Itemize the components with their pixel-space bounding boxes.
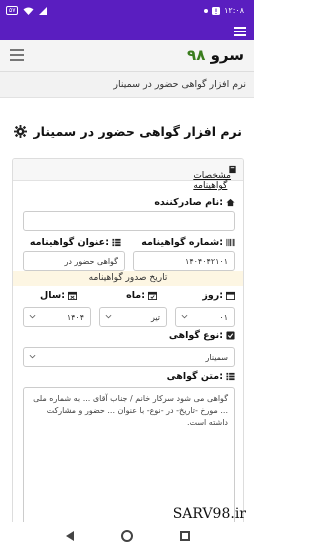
issue-date-banner: تاریخ صدور گواهینامه <box>13 271 243 286</box>
chevron-down-icon <box>29 354 36 359</box>
status-bar: ۵۷ ۱۲:۰۸ <box>0 0 254 22</box>
watermark-text: SARV98.ir <box>172 506 246 522</box>
site-navbar: سرو ۹۸ <box>0 40 254 72</box>
back-icon[interactable] <box>66 531 74 541</box>
brand-logo[interactable]: سرو ۹۸ <box>187 46 244 64</box>
cert-number-input[interactable]: ۱۴۰۴۰۴۲۱۰۱ <box>133 251 235 271</box>
signal-icon <box>39 6 48 15</box>
year-label: سال: <box>40 290 77 301</box>
notification-dot-icon <box>204 8 209 13</box>
list-icon <box>112 238 121 247</box>
cert-number-label: شماره گواهینامه: <box>141 237 235 248</box>
home-icon <box>226 198 235 207</box>
year-select[interactable]: ۱۴۰۴ <box>23 307 91 327</box>
barcode-icon <box>226 238 235 247</box>
subtitle-bar: نرم افزار گواهی حضور در سمینار <box>0 72 254 98</box>
month-label: ماه: <box>126 290 157 301</box>
chevron-down-icon <box>29 314 36 319</box>
subtitle-text: نرم افزار گواهی حضور در سمینار <box>113 79 246 90</box>
day-label: روز: <box>202 290 235 301</box>
day-select[interactable]: ۰۱ <box>175 307 235 327</box>
page-title-text: نرم افزار گواهی حضور در سمینار <box>33 124 242 139</box>
month-select[interactable]: تیر <box>99 307 167 327</box>
status-bar-left: ۵۷ <box>6 6 48 15</box>
certificate-card: مشخصات گواهینامه نام صادرکننده: شماره گو… <box>12 158 244 530</box>
wifi-icon <box>23 7 34 15</box>
cert-title-input[interactable]: گواهی حضور در <box>23 251 125 271</box>
clock: ۱۲:۰۸ <box>224 6 244 15</box>
recent-apps-icon[interactable] <box>180 531 190 541</box>
hamburger-menu-icon[interactable] <box>10 49 30 63</box>
calendar-icon <box>226 291 235 300</box>
card-header: مشخصات گواهینامه <box>13 159 243 191</box>
issuer-label: نام صادرکننده: <box>154 197 235 208</box>
brand-text: سرو <box>210 46 244 64</box>
gear-icon <box>14 125 28 138</box>
calendar-x-icon <box>68 291 77 300</box>
card-header-text: مشخصات گواهینامه <box>193 171 232 191</box>
issuer-input[interactable] <box>23 211 235 231</box>
battery-icon: ۵۷ <box>6 6 19 15</box>
chevron-down-icon <box>181 314 188 319</box>
text-label: متن گواهی: <box>167 371 235 382</box>
app-bar <box>0 22 254 40</box>
overflow-menu-icon[interactable] <box>234 27 246 36</box>
cert-title-label: عنوان گواهینامه: <box>30 237 121 248</box>
calendar-check-icon <box>148 291 157 300</box>
type-label: نوع گواهی: <box>169 330 235 341</box>
status-bar-right: ۱۲:۰۸ <box>204 6 244 15</box>
brand-number: ۹۸ <box>187 46 206 64</box>
list-icon <box>226 372 235 381</box>
chevron-down-icon <box>105 314 112 319</box>
check-square-icon <box>226 331 235 340</box>
home-circle-icon[interactable] <box>121 530 133 542</box>
alert-icon <box>212 6 221 15</box>
system-navigation-bar <box>0 522 254 550</box>
type-select[interactable]: سمینار <box>23 347 235 367</box>
page-title: نرم افزار گواهی حضور در سمینار <box>14 124 242 139</box>
